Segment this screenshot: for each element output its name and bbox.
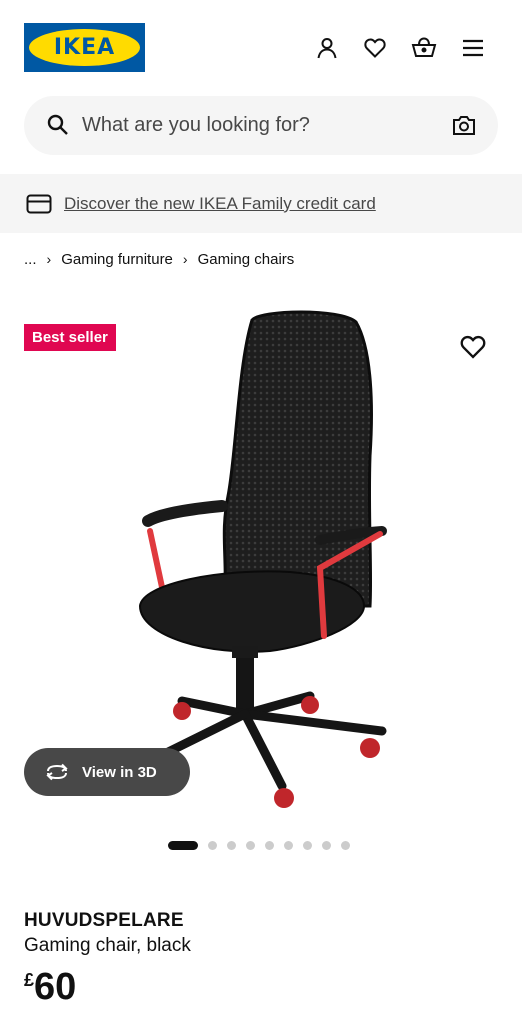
heart-icon[interactable] [360,33,390,63]
breadcrumb-item-gaming-chairs[interactable]: Gaming chairs [198,251,295,268]
image-carousel-indicator [168,840,360,850]
product-image-gallery[interactable]: Best seller View in 3D [0,296,522,826]
breadcrumb: ... › Gaming furniture › Gaming chairs [24,248,294,270]
chevron-right-icon: › [182,251,188,267]
carousel-dot[interactable] [208,840,217,850]
camera-icon[interactable] [452,114,476,141]
search-bar [24,96,498,155]
product-description: Gaming chair, black [24,935,191,956]
carousel-dot[interactable] [303,840,312,850]
search-icon [46,113,70,142]
view-in-3d-label: View in 3D [82,763,157,781]
carousel-dot[interactable] [246,840,255,850]
menu-icon[interactable] [458,33,488,63]
logo-text: IKEA [53,35,116,60]
carousel-dot[interactable] [227,840,236,850]
product-name: HUVUDSPELARE [24,910,184,931]
credit-card-icon [26,194,52,214]
header: IKEA [0,0,522,95]
breadcrumb-ellipsis[interactable]: ... [24,251,37,268]
view-in-3d-button[interactable]: View in 3D [24,748,190,796]
breadcrumb-item-gaming-furniture[interactable]: Gaming furniture [61,251,173,268]
best-seller-badge: Best seller [24,324,116,351]
account-icon[interactable] [312,33,342,63]
product-image [138,310,387,808]
search-input[interactable] [82,96,422,155]
carousel-dot[interactable] [322,840,331,850]
chevron-right-icon: › [46,251,52,267]
product-page: IKEA What are you looking for? Discover … [0,0,522,1024]
price-currency: £ [24,970,35,990]
rotate-3d-icon [44,763,70,781]
price-value: 60 [34,966,77,1008]
credit-card-promo-link[interactable]: Discover the new IKEA Family credit card [64,194,376,214]
carousel-dot-active[interactable] [168,840,198,850]
logo-oval: IKEA [29,29,140,66]
promo-banner: Discover the new IKEA Family credit card [0,174,522,233]
carousel-dot[interactable] [265,840,274,850]
carousel-dot[interactable] [341,840,350,850]
ikea-logo[interactable]: IKEA [24,23,145,72]
product-price: £ 60 [24,966,76,1006]
basket-icon[interactable] [409,33,439,63]
add-to-favourites-heart-icon[interactable] [458,333,488,366]
carousel-dot[interactable] [284,840,293,850]
